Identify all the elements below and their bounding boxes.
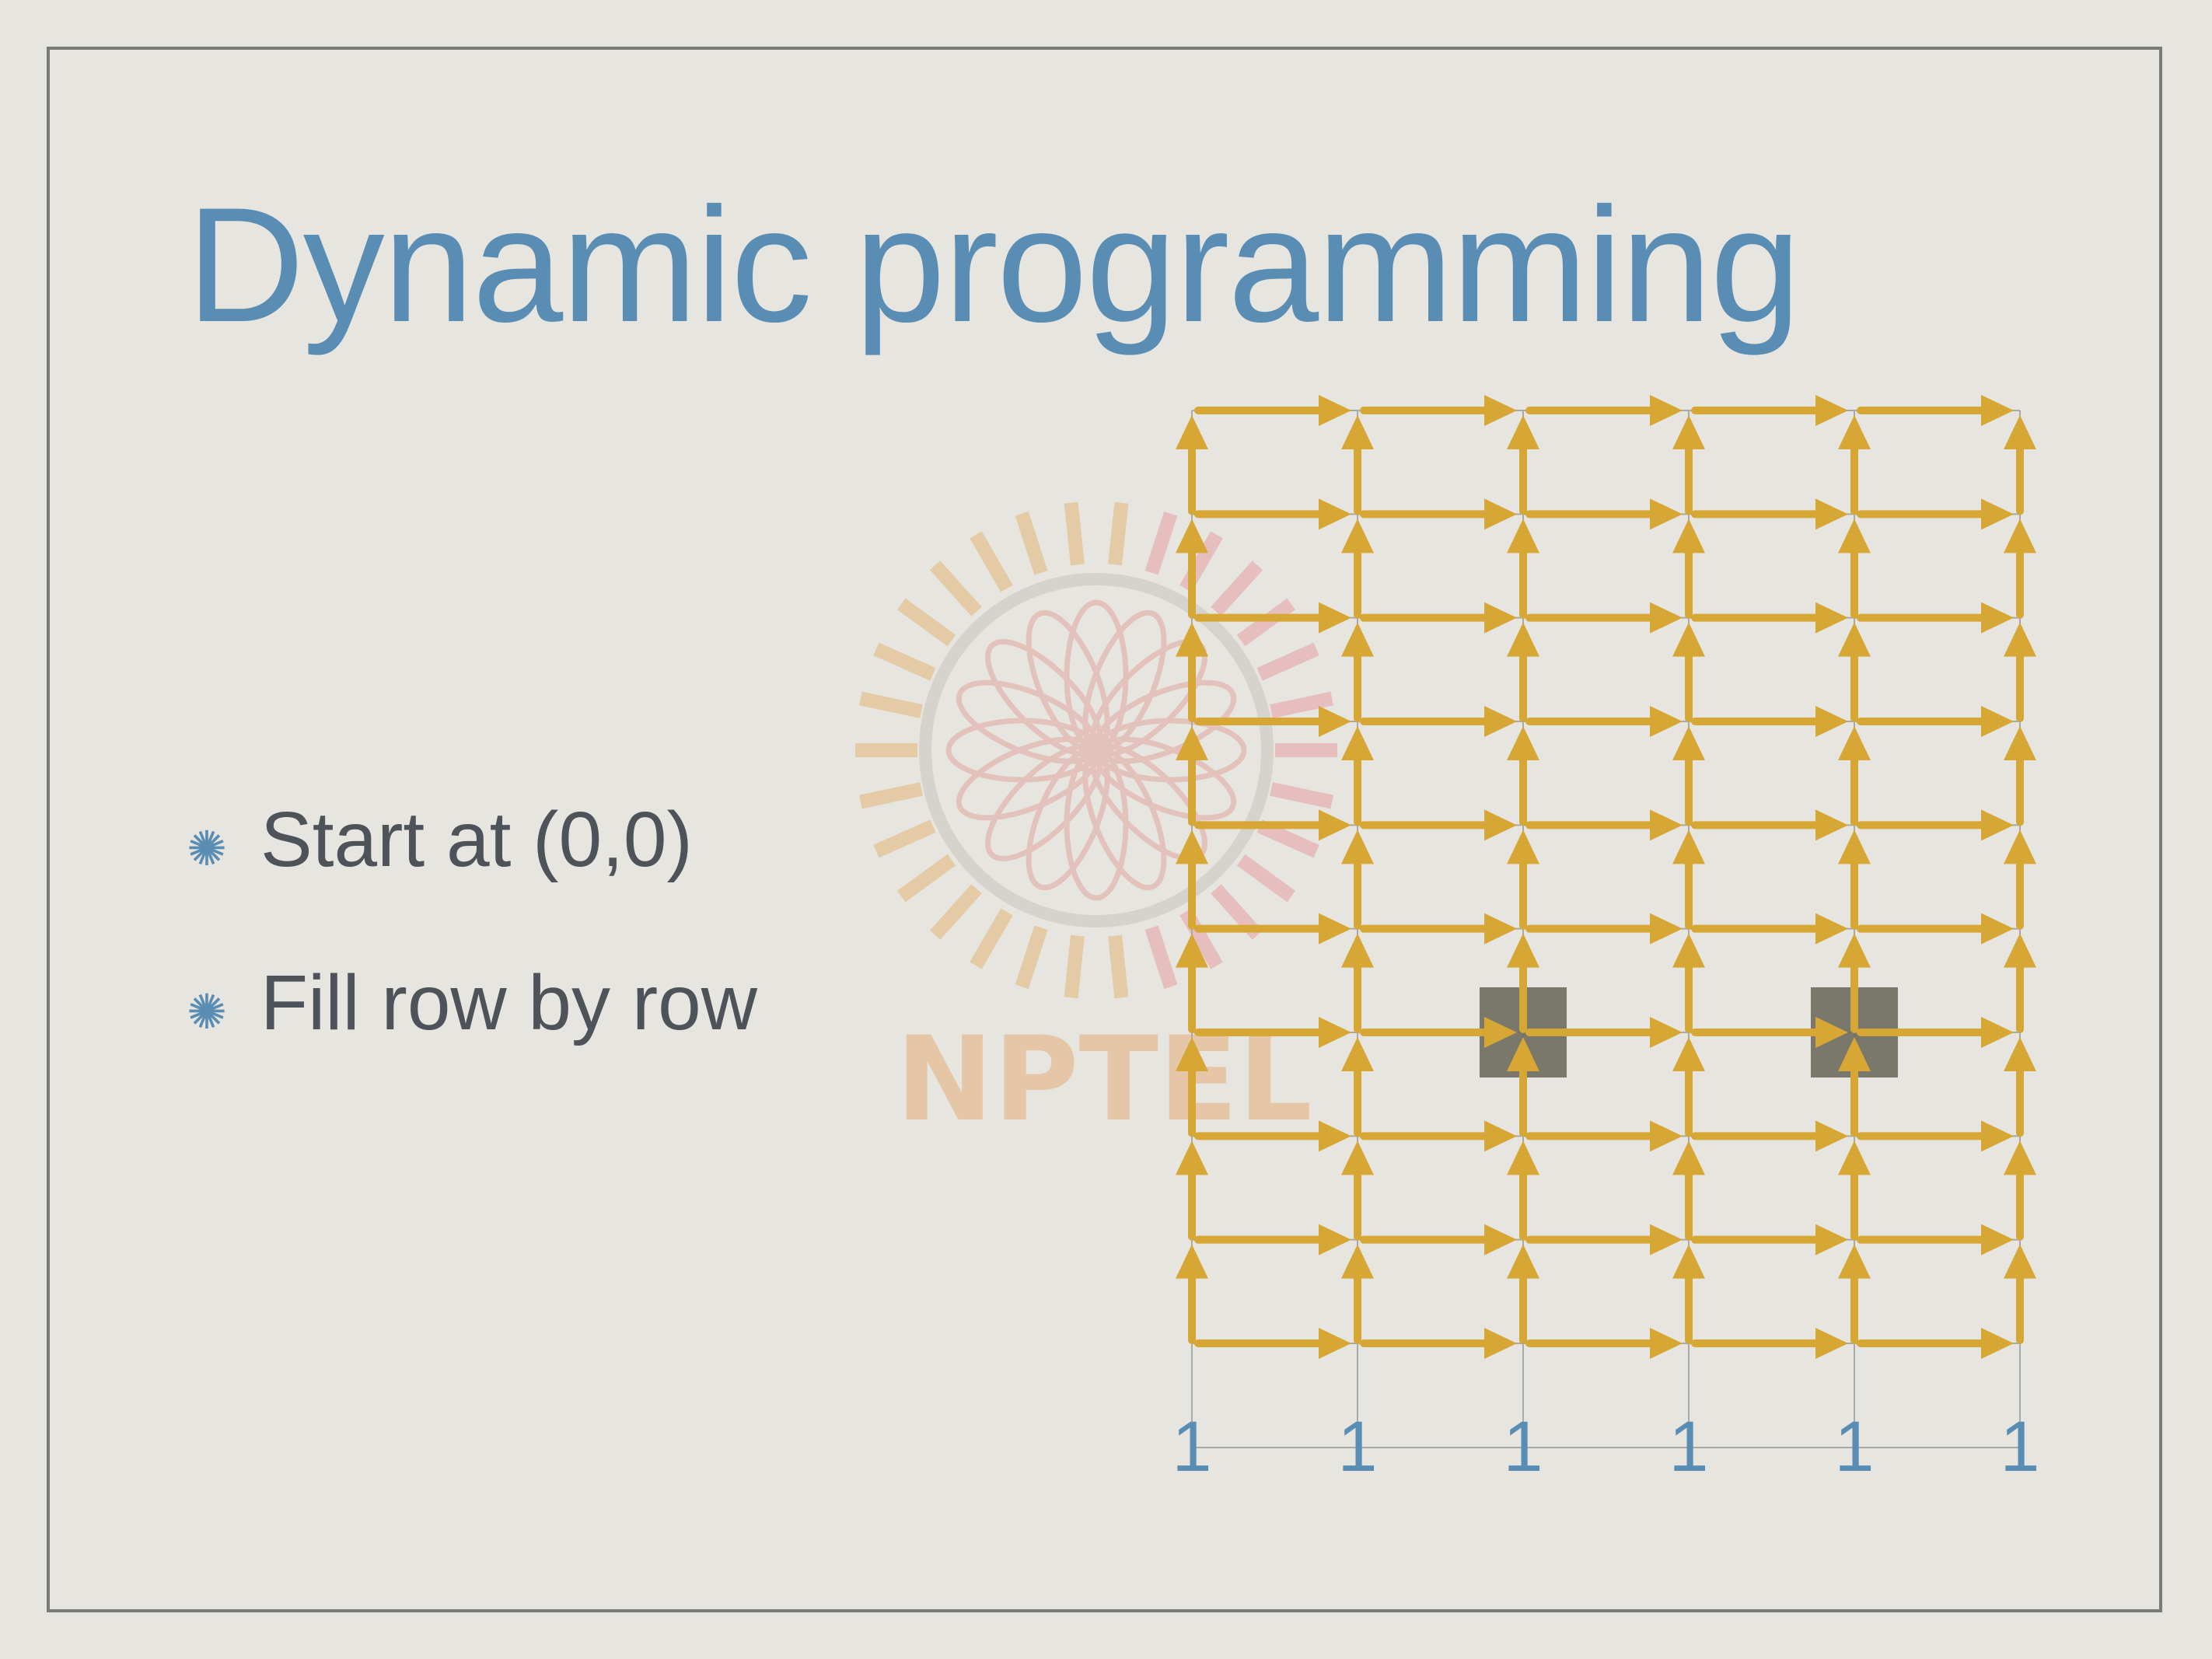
right-arrow bbox=[1525, 1328, 1683, 1359]
up-arrow bbox=[1838, 726, 1871, 826]
right-arrow bbox=[1691, 913, 1848, 945]
up-arrow bbox=[2004, 1140, 2036, 1241]
right-arrow bbox=[1857, 602, 2014, 634]
bottom-row-value: 1 bbox=[1337, 1407, 1377, 1486]
right-arrow bbox=[1691, 1120, 1848, 1152]
up-arrow bbox=[1672, 830, 1705, 930]
right-arrow bbox=[1360, 395, 1517, 426]
right-arrow bbox=[1857, 498, 2014, 530]
right-arrow bbox=[1194, 1224, 1351, 1256]
up-arrow bbox=[1507, 1140, 1539, 1241]
up-arrow bbox=[1838, 519, 1871, 619]
asterisk-bullet-icon: ✺ bbox=[187, 823, 227, 876]
up-arrow bbox=[2004, 519, 2036, 619]
right-arrow bbox=[1857, 809, 2014, 841]
up-arrow bbox=[1672, 1244, 1705, 1344]
up-arrow bbox=[1507, 415, 1539, 515]
up-arrow bbox=[2004, 1244, 2036, 1344]
up-arrow bbox=[1341, 933, 1374, 1033]
right-arrow bbox=[1525, 1224, 1683, 1256]
up-arrow bbox=[1341, 622, 1374, 722]
up-arrow bbox=[1672, 415, 1705, 515]
up-arrow bbox=[1507, 622, 1539, 722]
up-arrow bbox=[1341, 1244, 1374, 1344]
up-arrow bbox=[2004, 830, 2036, 930]
right-arrow bbox=[1857, 1328, 2014, 1359]
bottom-row-value: 1 bbox=[1172, 1407, 1211, 1486]
right-arrow bbox=[1691, 1224, 1848, 1256]
up-arrow bbox=[1176, 1140, 1208, 1241]
right-arrow bbox=[1360, 1328, 1517, 1359]
up-arrow bbox=[2004, 415, 2036, 515]
up-arrow bbox=[1341, 1037, 1374, 1137]
right-arrow bbox=[1360, 1017, 1517, 1048]
right-arrow bbox=[1691, 706, 1848, 737]
right-arrow bbox=[1691, 498, 1848, 530]
right-arrow bbox=[1857, 913, 2014, 945]
up-arrow bbox=[1672, 519, 1705, 619]
up-arrow bbox=[1341, 830, 1374, 930]
up-arrow bbox=[1507, 726, 1539, 826]
right-arrow bbox=[1360, 809, 1517, 841]
right-arrow bbox=[1525, 913, 1683, 945]
up-arrow bbox=[2004, 726, 2036, 826]
up-arrow bbox=[1672, 1140, 1705, 1241]
right-arrow bbox=[1691, 1017, 1848, 1048]
right-arrow bbox=[1857, 395, 2014, 426]
right-arrow bbox=[1194, 1328, 1351, 1359]
up-arrow bbox=[1507, 830, 1539, 930]
right-arrow bbox=[1360, 706, 1517, 737]
up-arrow bbox=[2004, 1037, 2036, 1137]
up-arrow bbox=[2004, 933, 2036, 1033]
right-arrow bbox=[1525, 1120, 1683, 1152]
right-arrow bbox=[1525, 602, 1683, 634]
bottom-row-value: 1 bbox=[1834, 1407, 1874, 1486]
right-arrow bbox=[1691, 809, 1848, 841]
bottom-row-value: 1 bbox=[2000, 1407, 2039, 1486]
asterisk-bullet-icon: ✺ bbox=[187, 986, 227, 1039]
right-arrow bbox=[1691, 602, 1848, 634]
right-arrow bbox=[1857, 1120, 2014, 1152]
right-arrow bbox=[1360, 913, 1517, 945]
up-arrow bbox=[1838, 622, 1871, 722]
right-arrow bbox=[1857, 1224, 2014, 1256]
right-arrow bbox=[1691, 1328, 1848, 1359]
up-arrow bbox=[1507, 1244, 1539, 1344]
up-arrow bbox=[1507, 519, 1539, 619]
right-arrow bbox=[1525, 498, 1683, 530]
up-arrow bbox=[1672, 1037, 1705, 1137]
bullet-text: Fill row by row bbox=[260, 959, 757, 1046]
up-arrow bbox=[1176, 415, 1208, 515]
up-arrow bbox=[1672, 933, 1705, 1033]
right-arrow bbox=[1857, 706, 2014, 737]
dp-arrows bbox=[1176, 395, 2036, 1359]
right-arrow bbox=[1360, 1224, 1517, 1256]
up-arrow bbox=[1341, 519, 1374, 619]
right-arrow bbox=[1691, 395, 1848, 426]
up-arrow bbox=[1341, 1140, 1374, 1241]
right-arrow bbox=[1360, 602, 1517, 634]
bullet-text: Start at (0,0) bbox=[260, 796, 693, 883]
up-arrow bbox=[2004, 622, 2036, 722]
up-arrow bbox=[1341, 726, 1374, 826]
bottom-row-value: 1 bbox=[1669, 1407, 1708, 1486]
up-arrow bbox=[1672, 622, 1705, 722]
up-arrow bbox=[1176, 1244, 1208, 1344]
right-arrow bbox=[1525, 706, 1683, 737]
right-arrow bbox=[1360, 498, 1517, 530]
up-arrow bbox=[1838, 830, 1871, 930]
up-arrow bbox=[1838, 1140, 1871, 1241]
right-arrow bbox=[1360, 1120, 1517, 1152]
up-arrow bbox=[1341, 415, 1374, 515]
right-arrow bbox=[1194, 498, 1351, 530]
right-arrow bbox=[1194, 913, 1351, 945]
right-arrow bbox=[1525, 809, 1683, 841]
bottom-row-value: 1 bbox=[1503, 1407, 1543, 1486]
up-arrow bbox=[1838, 415, 1871, 515]
up-arrow bbox=[1672, 726, 1705, 826]
right-arrow bbox=[1194, 395, 1351, 426]
right-arrow bbox=[1525, 395, 1683, 426]
up-arrow bbox=[1838, 1244, 1871, 1344]
